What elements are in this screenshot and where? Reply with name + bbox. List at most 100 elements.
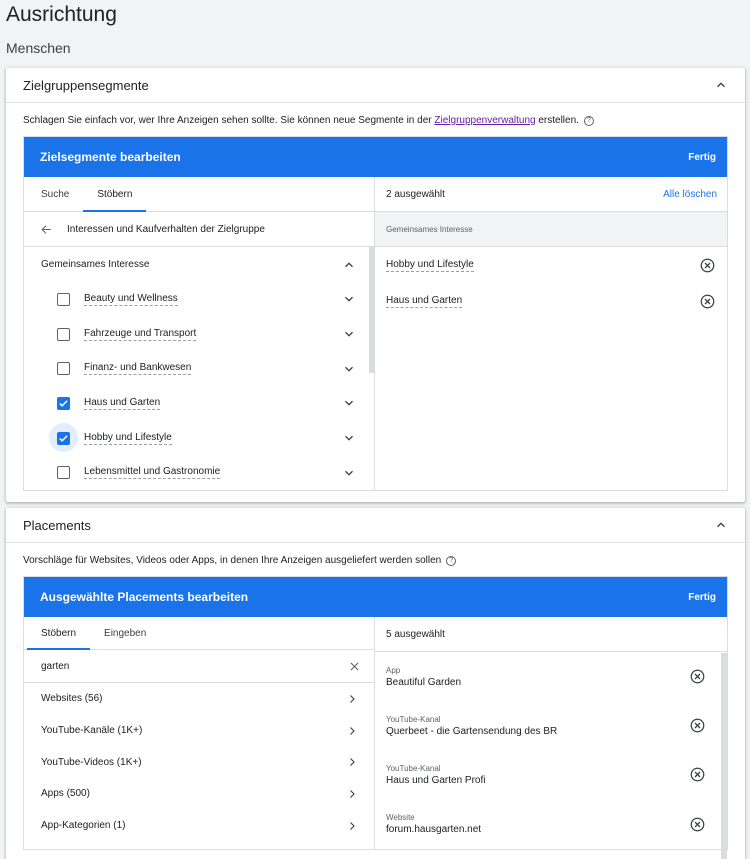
placements-selected-header: 5 ausgewählt: [375, 617, 727, 652]
segments-desc-text: Schlagen Sie einfach vor, wer Ihre Anzei…: [23, 115, 435, 126]
placements-editor: Ausgewählte Placements bearbeiten Fertig…: [23, 576, 728, 859]
chevron-down-icon[interactable]: [342, 292, 356, 306]
checkbox[interactable]: [57, 327, 70, 341]
segments-editor: Zielsegmente bearbeiten Fertig Suche Stö…: [23, 136, 728, 492]
selected-segment-label: Haus und Garten: [386, 294, 463, 308]
placement-category[interactable]: App-Kategorien (1): [24, 810, 374, 842]
chevron-up-icon[interactable]: [714, 78, 728, 92]
interest-item[interactable]: Finanz- und Bankwesen: [24, 351, 374, 386]
placement-category[interactable]: Websites (56): [24, 683, 374, 715]
interest-item[interactable]: Beauty und Wellness: [24, 282, 374, 317]
arrow-back-icon[interactable]: [40, 223, 53, 236]
selected-segment: Hobby und Lifestyle: [375, 247, 727, 283]
segments-header[interactable]: Zielgruppensegmente: [6, 68, 745, 103]
close-icon[interactable]: [349, 661, 360, 672]
placements-editor-bar: Ausgewählte Placements bearbeiten Fertig: [24, 577, 727, 617]
placements-selected-pane: 5 ausgewählt App Beautiful Garden YouTube-…: [375, 617, 727, 859]
audience-segments-card: Zielgruppensegmente Schlagen Sie einfach…: [6, 68, 745, 502]
remove-icon[interactable]: [690, 767, 705, 782]
interest-item[interactable]: Fahrzeuge und Transport: [24, 317, 374, 352]
placement-type: App: [386, 665, 401, 675]
back-label: Interessen und Kaufverhalten der Zielgru…: [67, 223, 265, 235]
placement-category[interactable]: YouTube-Kanäle (1K+): [24, 715, 374, 747]
interest-item[interactable]: Haus und Garten: [24, 386, 374, 421]
selected-header: 2 ausgewählt Alle löschen: [375, 177, 727, 212]
chevron-up-icon[interactable]: [342, 258, 356, 272]
scrollbar[interactable]: [721, 653, 727, 859]
placement-category-label: YouTube-Kanäle (1K+): [41, 725, 143, 737]
interest-label: Lebensmittel und Gastronomie: [84, 466, 221, 480]
search-input[interactable]: garten: [41, 661, 69, 672]
selected-placement: Website forum.hausgarten.net: [375, 800, 727, 849]
chevron-right-icon[interactable]: [346, 725, 358, 737]
selected-segment-label: Hobby und Lifestyle: [386, 258, 474, 272]
placement-category[interactable]: YouTube-Videos (1K+): [24, 746, 374, 778]
interest-label: Beauty und Wellness: [84, 292, 178, 306]
chevron-right-icon[interactable]: [346, 693, 358, 705]
checkbox[interactable]: [48, 423, 78, 453]
tab-browse[interactable]: Stöbern: [83, 177, 147, 212]
segments-done-button[interactable]: Fertig: [688, 152, 716, 163]
placements-header[interactable]: Placements: [6, 508, 745, 543]
tab-enter[interactable]: Eingeben: [90, 617, 160, 649]
placement-name: forum.hausgarten.net: [386, 824, 482, 836]
placements-done-button[interactable]: Fertig: [688, 592, 716, 603]
checkbox[interactable]: [57, 362, 70, 376]
placements-selected-count: 5 ausgewählt: [386, 628, 445, 640]
category-row[interactable]: Gemeinsames Interesse: [24, 247, 374, 282]
audience-manager-link[interactable]: Zielgruppenverwaltung: [434, 115, 535, 126]
segments-selected-pane: 2 ausgewählt Alle löschen Gemeinsames In…: [375, 177, 727, 490]
remove-icon[interactable]: [690, 718, 705, 733]
scrollbar[interactable]: [369, 247, 374, 373]
tab-search[interactable]: Suche: [27, 177, 83, 211]
placements-browse-pane: Stöbern Eingeben garten Websites (56) You…: [24, 617, 375, 849]
placement-search[interactable]: garten: [24, 650, 374, 683]
remove-icon[interactable]: [700, 294, 715, 309]
chevron-up-icon[interactable]: [714, 518, 728, 532]
chevron-right-icon[interactable]: [346, 756, 358, 768]
selected-segment: Haus und Garten: [375, 283, 727, 319]
segments-browse-pane: Suche Stöbern Interessen und Kaufverhalt…: [24, 177, 375, 491]
remove-icon[interactable]: [690, 669, 705, 684]
placements-title: Placements: [23, 517, 91, 533]
chevron-right-icon[interactable]: [346, 788, 358, 800]
page-title: Ausrichtung: [6, 3, 117, 26]
selected-placement: YouTube-Kanal Querbeet - die Gartensendun…: [375, 701, 727, 750]
placement-name: Querbeet - die Gartensendung des BR: [386, 725, 558, 737]
interest-label: Finanz- und Bankwesen: [84, 362, 192, 376]
check-icon: [59, 434, 68, 442]
placements-editor-title: Ausgewählte Placements bearbeiten: [40, 590, 249, 604]
chevron-down-icon[interactable]: [342, 327, 356, 341]
placement-type: YouTube-Kanal: [386, 763, 441, 773]
remove-icon[interactable]: [690, 817, 705, 832]
interest-item[interactable]: Lebensmittel und Gastronomie: [24, 455, 374, 490]
remove-icon[interactable]: [700, 258, 715, 273]
help-icon[interactable]: ?: [446, 556, 457, 566]
chevron-down-icon[interactable]: [342, 431, 356, 445]
interest-item[interactable]: Hobby und Lifestyle: [24, 421, 374, 456]
placement-name: Haus und Garten Profi: [386, 774, 486, 786]
checkbox[interactable]: [57, 292, 70, 306]
segments-title: Zielgruppensegmente: [23, 77, 149, 93]
chevron-right-icon[interactable]: [346, 820, 358, 832]
placements-description: Vorschläge für Websites, Videos oder App…: [6, 543, 745, 576]
chevron-down-icon[interactable]: [342, 396, 356, 410]
placement-category[interactable]: Apps (500): [24, 778, 374, 810]
selected-placement: YouTube-Kanal Haus und Garten Profi: [375, 750, 727, 799]
interest-label: Haus und Garten: [84, 396, 161, 410]
selected-group-label: Gemeinsames Interesse: [375, 212, 727, 247]
placement-type: YouTube-Kanal: [386, 714, 441, 724]
placement-category-label: Websites (56): [41, 693, 103, 705]
checkbox[interactable]: [57, 466, 70, 480]
back-row[interactable]: Interessen und Kaufverhalten der Zielgru…: [24, 212, 374, 247]
checkbox[interactable]: [57, 396, 70, 410]
tab-browse[interactable]: Stöbern: [27, 617, 91, 650]
clear-all-button[interactable]: Alle löschen: [663, 189, 717, 200]
chevron-down-icon[interactable]: [342, 466, 356, 480]
page-subtitle: Menschen: [6, 40, 71, 56]
selected-count: 2 ausgewählt: [386, 188, 445, 200]
help-icon[interactable]: ?: [583, 116, 594, 126]
segments-editor-bar: Zielsegmente bearbeiten Fertig: [24, 137, 727, 177]
placement-category-label: YouTube-Videos (1K+): [41, 756, 142, 768]
chevron-down-icon[interactable]: [342, 362, 356, 376]
